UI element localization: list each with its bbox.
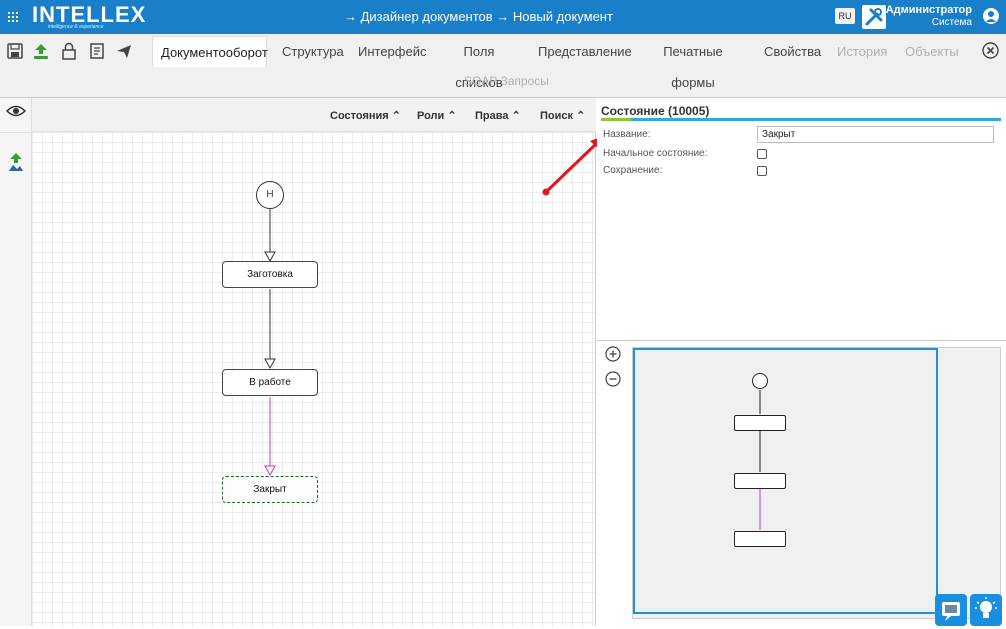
user-role: Система (931, 17, 972, 28)
arrowhead-icon (264, 358, 276, 370)
chevron-up-icon: ⌃ (511, 110, 521, 122)
roles-label: Роли (417, 110, 445, 122)
upload-image-icon[interactable] (7, 152, 25, 172)
language-switch[interactable]: RU (835, 8, 855, 24)
tab-structure[interactable]: Структура (274, 36, 344, 67)
panel-divider (597, 340, 1006, 341)
apps-grid-icon[interactable] (8, 12, 18, 22)
arrowhead-icon (264, 465, 276, 477)
minimap-start-node (752, 373, 768, 389)
properties-panel: Состояние (10005) Название: Закрыт Начал… (597, 98, 1006, 626)
start-node[interactable]: Н (256, 181, 284, 209)
state-node[interactable]: Заготовка (222, 261, 318, 288)
minimap[interactable] (632, 347, 1001, 619)
tab-objects: Объекты (905, 44, 959, 59)
minimap-arrows (759, 390, 761, 530)
lightbulb-icon (975, 597, 997, 618)
tab-properties[interactable]: Свойства (756, 36, 822, 67)
search-toggle[interactable]: Поиск ⌃ (540, 109, 585, 122)
rights-label: Права (475, 110, 509, 122)
diagram-canvas[interactable]: Н Заготовка В работе Закрыт (32, 132, 596, 626)
minimap-node (734, 473, 786, 489)
state-node-selected[interactable]: Закрыт (222, 476, 318, 503)
user-avatar-icon[interactable] (983, 8, 999, 24)
tips-button[interactable] (970, 594, 1002, 626)
document-icon[interactable] (88, 42, 106, 60)
chat-icon (942, 602, 960, 621)
search-label: Поиск (540, 110, 574, 122)
tab-interface[interactable]: Интерфейс (350, 36, 428, 67)
tab-document-flow[interactable]: Документооборот (152, 36, 268, 67)
save-checkbox[interactable] (757, 166, 767, 176)
zoom-in-icon[interactable] (605, 346, 621, 362)
breadcrumb: → Дизайнер документов → Новый документ (344, 9, 613, 24)
top-bar: INTELLEX intelligence & experience → Диз… (0, 0, 1006, 34)
save-label: Сохранение: (603, 165, 663, 176)
name-field[interactable]: Закрыт (757, 126, 994, 143)
left-toolstrip (0, 98, 32, 626)
initial-state-label: Начальное состояние: (603, 148, 708, 159)
chat-button[interactable] (935, 594, 967, 626)
tab-history: История (837, 44, 888, 59)
rights-toggle[interactable]: Права ⌃ (475, 109, 521, 122)
minimap-node (734, 531, 786, 547)
app-logo[interactable]: INTELLEX (32, 4, 146, 26)
zoom-out-icon[interactable] (605, 371, 621, 387)
save-icon[interactable] (6, 42, 24, 60)
initial-state-checkbox[interactable] (757, 149, 767, 159)
panel-title: Состояние (10005) (601, 104, 710, 118)
states-toggle[interactable]: Состояния ⌃ (330, 109, 401, 122)
state-node[interactable]: В работе (222, 369, 318, 396)
tab-print-forms[interactable]: Печатные формы (637, 36, 749, 90)
chevron-up-icon: ⌃ (576, 110, 586, 122)
panel-title-underline (601, 118, 1001, 121)
tools-icon[interactable] (862, 5, 886, 29)
tab-presentation[interactable]: Представление (530, 36, 632, 67)
tab-list-fields[interactable]: Поля списков (434, 36, 524, 90)
user-name[interactable]: Администратор (886, 4, 972, 16)
tab-soap-requests: SOAP Запросы (464, 74, 549, 88)
eye-icon[interactable] (5, 104, 27, 118)
roles-toggle[interactable]: Роли ⌃ (417, 109, 457, 122)
states-label: Состояния (330, 110, 389, 122)
minimap-node (734, 415, 786, 431)
toolbar: Документооборот Структура Интерфейс Поля… (0, 34, 1006, 98)
chevron-up-icon: ⌃ (391, 110, 401, 122)
logo-tagline: intelligence & experience (48, 24, 104, 30)
name-label: Название: (603, 129, 651, 140)
send-icon[interactable] (115, 42, 133, 60)
arrowhead-icon (264, 251, 276, 263)
close-icon[interactable] (982, 42, 999, 59)
lock-icon[interactable] (60, 42, 78, 60)
upload-icon[interactable] (32, 42, 50, 60)
divider (0, 132, 32, 133)
chevron-up-icon: ⌃ (447, 110, 457, 122)
canvas-header: Состояния ⌃ Роли ⌃ Права ⌃ Поиск ⌃ (32, 98, 596, 132)
